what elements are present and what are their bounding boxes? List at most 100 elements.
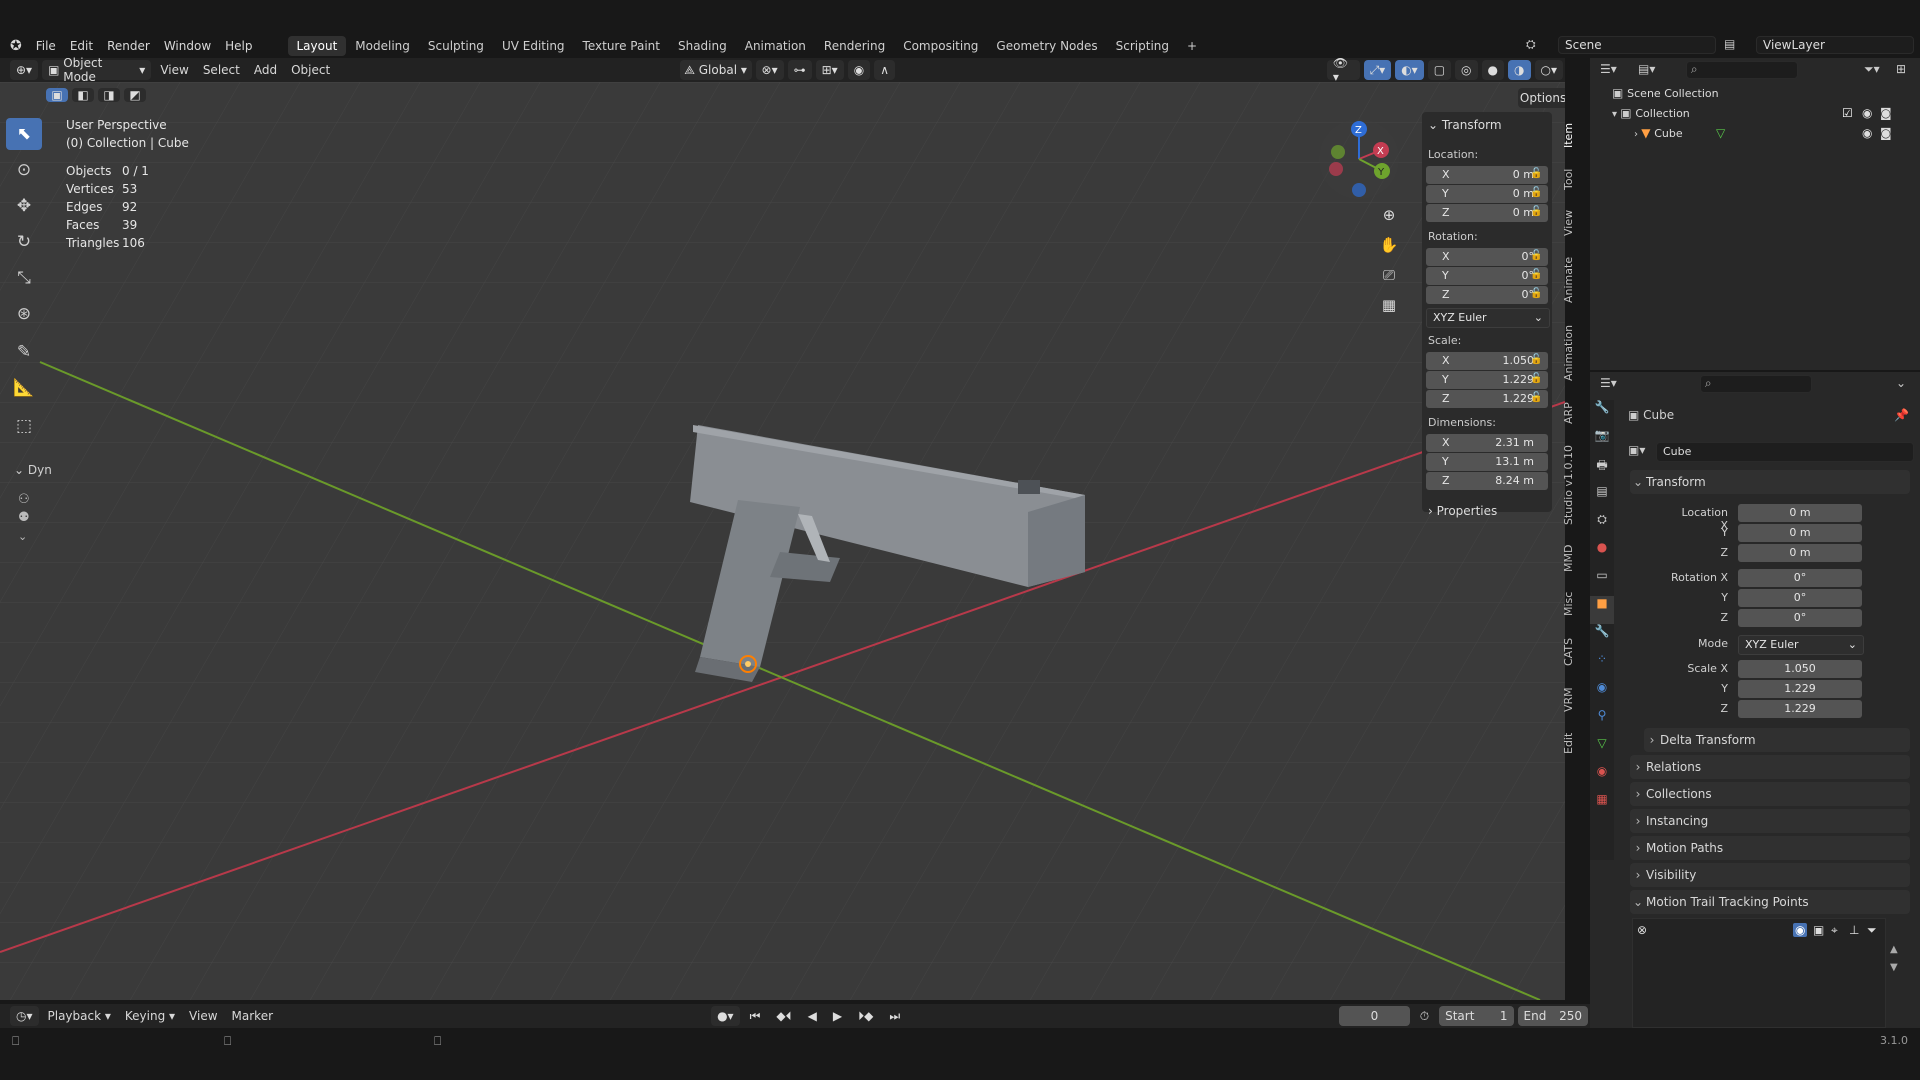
- expand-arrow-icon[interactable]: ▾: [1612, 109, 1620, 120]
- snap-target-button[interactable]: ⊞▾: [815, 60, 844, 80]
- menu-select[interactable]: Select: [196, 63, 247, 77]
- menu-help[interactable]: Help: [218, 39, 259, 53]
- tab-sculpting[interactable]: Sculpting: [419, 36, 493, 56]
- dyn-tool-2[interactable]: ⚉: [18, 510, 30, 525]
- measure-tool[interactable]: 📐: [6, 372, 42, 404]
- pivot-point-button[interactable]: ⊗▾: [755, 60, 784, 80]
- tab-compositing[interactable]: Compositing: [894, 36, 987, 56]
- scroll-down-icon[interactable]: ▼: [1890, 962, 1898, 973]
- section-motion-trail[interactable]: ⌄ Motion Trail Tracking Points: [1630, 890, 1910, 914]
- object-type-dropdown[interactable]: ▣▾: [1628, 443, 1645, 457]
- scale-tool[interactable]: ⤡: [6, 262, 42, 294]
- side-tab-animation[interactable]: Animation: [1562, 320, 1586, 386]
- visibility-button[interactable]: 👁▾: [1326, 56, 1360, 84]
- section-instancing[interactable]: › Instancing: [1630, 809, 1910, 833]
- scroll-up-icon[interactable]: ▲: [1890, 944, 1898, 955]
- menu-edit[interactable]: Edit: [63, 39, 100, 53]
- menu-render[interactable]: Render: [100, 39, 157, 53]
- transform-tool[interactable]: ⊛: [6, 298, 42, 330]
- lock-icon[interactable]: 🔓: [1530, 206, 1542, 217]
- keying-dropdown[interactable]: Keying ▾: [118, 1009, 182, 1023]
- object-properties-icon[interactable]: ■: [1590, 596, 1614, 624]
- auto-keying-button[interactable]: ●▾: [711, 1006, 740, 1026]
- motion-trail-list[interactable]: ⊗ ◉ ▣ ⌖ ⊥ ⏷: [1632, 918, 1886, 1028]
- rendered-shading-button[interactable]: ○▾: [1534, 60, 1563, 80]
- dyn-panel-header[interactable]: ⌄ Dyn: [14, 463, 52, 477]
- location-z-field[interactable]: 0 m: [1738, 544, 1862, 562]
- zoom-icon[interactable]: ⊕: [1378, 206, 1400, 228]
- select-new-button[interactable]: ▣: [46, 88, 68, 102]
- outliner-display-mode-button[interactable]: ▤▾: [1638, 62, 1655, 76]
- particles-properties-icon[interactable]: ⁘: [1590, 652, 1614, 680]
- render-camera-icon[interactable]: ◙: [1880, 106, 1892, 120]
- location-x-field[interactable]: 0 m: [1738, 504, 1862, 522]
- properties-editor-type-button[interactable]: ☰▾: [1600, 376, 1617, 390]
- side-tab-item[interactable]: Item: [1562, 118, 1586, 152]
- side-tab-edit[interactable]: Edit: [1562, 728, 1586, 758]
- timeline-editor-type-button[interactable]: ◷▾: [10, 1006, 39, 1026]
- outliner-row-scene-collection[interactable]: ▣ Scene Collection: [1612, 86, 1912, 104]
- lock-icon[interactable]: 🔓: [1530, 269, 1542, 280]
- target-icon[interactable]: ⌖: [1831, 923, 1838, 938]
- tab-uv-editing[interactable]: UV Editing: [493, 36, 574, 56]
- filter-icon[interactable]: ⏷▾: [1864, 62, 1880, 77]
- render-camera-icon[interactable]: ◙: [1880, 126, 1892, 140]
- timeline-marker-menu[interactable]: Marker: [225, 1009, 280, 1023]
- annotate-tool[interactable]: ✎: [6, 336, 42, 368]
- tab-texture-paint[interactable]: Texture Paint: [574, 36, 669, 56]
- overlay-button[interactable]: ◐▾: [1395, 60, 1424, 80]
- scale-y-field[interactable]: 1.229: [1738, 680, 1862, 698]
- render-properties-icon[interactable]: 📷: [1590, 428, 1614, 456]
- rotation-y-field[interactable]: 0°: [1738, 589, 1862, 607]
- material-shading-button[interactable]: ◑: [1508, 60, 1531, 80]
- n-rotation-mode-dropdown[interactable]: XYZ Euler ⌄: [1426, 308, 1550, 328]
- dyn-tool-1[interactable]: ⚇: [18, 492, 30, 507]
- tab-rendering[interactable]: Rendering: [815, 36, 894, 56]
- section-delta-transform[interactable]: › Delta Transform: [1644, 728, 1910, 752]
- rotate-tool[interactable]: ↻: [6, 226, 42, 258]
- menu-add[interactable]: Add: [247, 63, 284, 77]
- 3d-viewport[interactable]: Z X Y User Perspective (0) Collection | …: [0, 82, 1565, 1000]
- add-workspace-button[interactable]: +: [1178, 36, 1206, 56]
- jump-end-button[interactable]: ⏭: [883, 1006, 906, 1026]
- texture-properties-icon[interactable]: ▦: [1590, 792, 1614, 820]
- scene-selector[interactable]: ⛭ Scene: [1526, 36, 1716, 54]
- menu-file[interactable]: File: [29, 39, 63, 53]
- pin-icon[interactable]: 📌: [1894, 408, 1909, 422]
- playback-dropdown[interactable]: Playback ▾: [41, 1009, 118, 1023]
- outliner-editor-type-button[interactable]: ☰▾: [1600, 62, 1617, 76]
- lock-icon[interactable]: 🔓: [1530, 187, 1542, 198]
- n-dimensions-x[interactable]: X 2.31 m: [1426, 434, 1548, 452]
- gizmo-button[interactable]: ⤢▾: [1363, 60, 1392, 80]
- side-tab-view[interactable]: View: [1562, 206, 1586, 240]
- visibility-eye-icon[interactable]: ◉: [1862, 126, 1872, 140]
- menu-object[interactable]: Object: [284, 63, 337, 77]
- side-tab-cats[interactable]: CATS: [1562, 632, 1586, 672]
- modifier-properties-icon[interactable]: 🔧: [1590, 624, 1614, 652]
- view-layer-properties-icon[interactable]: ▤: [1590, 484, 1614, 512]
- menu-view[interactable]: View: [153, 63, 195, 77]
- rotation-x-field[interactable]: 0°: [1738, 569, 1862, 587]
- side-tab-studio[interactable]: Studio v1.0.10: [1562, 440, 1586, 530]
- select-extend-button[interactable]: ◧: [72, 88, 94, 102]
- outliner-search-input[interactable]: ⌕: [1686, 61, 1798, 79]
- view-layer-name-field[interactable]: ViewLayer: [1756, 36, 1914, 54]
- select-intersect-button[interactable]: ◩: [124, 88, 146, 102]
- outliner-row-collection[interactable]: ▾ ▣ Collection ☑ ◉ ◙: [1612, 106, 1912, 124]
- dyn-expand-button[interactable]: ⌄: [18, 530, 27, 543]
- side-tab-arp[interactable]: ARP: [1562, 398, 1586, 428]
- tab-layout[interactable]: Layout: [287, 36, 347, 56]
- tool-properties-icon[interactable]: 🔧: [1590, 400, 1614, 428]
- side-tab-mmd[interactable]: MMD: [1562, 540, 1586, 576]
- snap-button[interactable]: ⊶: [787, 60, 812, 80]
- section-visibility[interactable]: › Visibility: [1630, 863, 1910, 887]
- stopwatch-icon[interactable]: ⏱: [1414, 1006, 1435, 1026]
- select-subtract-button[interactable]: ◨: [98, 88, 120, 102]
- scale-x-field[interactable]: 1.050: [1738, 660, 1862, 678]
- world-properties-icon[interactable]: ●: [1590, 540, 1614, 568]
- section-relations[interactable]: › Relations: [1630, 755, 1910, 779]
- pan-hand-icon[interactable]: ✋: [1378, 236, 1400, 258]
- tab-geometry-nodes[interactable]: Geometry Nodes: [987, 36, 1106, 56]
- select-box-tool[interactable]: ⬉: [6, 118, 42, 150]
- falloff-button[interactable]: ∧: [874, 60, 895, 80]
